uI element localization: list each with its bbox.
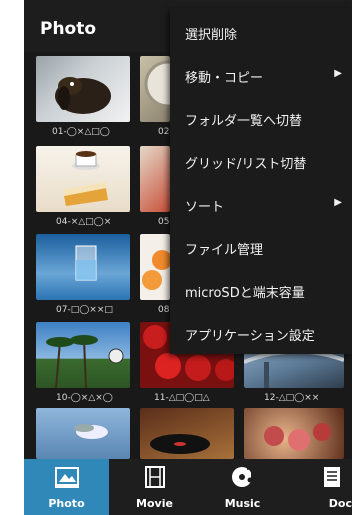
photo-caption: 07-□◯××□ xyxy=(56,305,113,315)
photo-thumb-02[interactable] xyxy=(140,56,170,122)
tab-music[interactable]: Music xyxy=(200,459,285,515)
photo-caption: 11-△□◯□△ xyxy=(154,393,210,403)
menu-item-label: フォルダ一覧へ切替 xyxy=(185,114,303,129)
tab-label: Movie xyxy=(136,497,173,510)
page-title: Photo xyxy=(40,19,97,39)
tab-doc[interactable]: Doc xyxy=(288,459,352,515)
photo-caption: 02 xyxy=(158,127,170,137)
coffee-cake-image xyxy=(64,151,108,206)
photo-thumb-08[interactable] xyxy=(140,234,170,300)
record-player-image xyxy=(150,434,210,454)
menu-item-file-management[interactable]: ファイル管理 xyxy=(170,226,352,269)
photo-caption: 10-◯×△×◯ xyxy=(56,393,113,403)
menu-item-label: 移動・コピー xyxy=(185,71,264,86)
tab-label: Doc xyxy=(328,497,352,510)
menu-item-storage-capacity[interactable]: microSDと端末容量 xyxy=(170,269,352,312)
tab-label: Music xyxy=(224,497,261,510)
menu-item-label: ソート xyxy=(185,200,225,215)
photo-caption: 01-◯×△□◯ xyxy=(52,127,110,137)
menu-item-label: microSDと端末容量 xyxy=(185,286,305,301)
photo-caption: 08 xyxy=(158,305,170,315)
photo-caption: 12-△□◯×× xyxy=(264,393,320,403)
photo-thumb-13[interactable] xyxy=(36,408,130,459)
seagull-image xyxy=(74,424,108,439)
app-screen: 01-◯×△□◯ 02 04-×△□◯× 05 07-□◯××□ 08 10-◯… xyxy=(24,0,352,515)
menu-item-label: グリッド/リスト切替 xyxy=(185,157,307,172)
oranges-image xyxy=(142,250,170,290)
photo-thumb-04[interactable] xyxy=(36,146,130,212)
menu-item-grid-list-toggle[interactable]: グリッド/リスト切替 xyxy=(170,140,352,183)
overflow-menu: 選択削除 移動・コピー ▶ フォルダ一覧へ切替 グリッド/リスト切替 ソート ▶… xyxy=(170,8,352,354)
roses-image xyxy=(264,423,331,451)
photo-caption: 04-×△□◯× xyxy=(56,217,112,227)
document-icon xyxy=(324,467,340,487)
menu-item-label: 選択削除 xyxy=(185,28,238,43)
photo-thumb-14[interactable] xyxy=(140,408,234,459)
photo-icon xyxy=(54,467,79,488)
menu-item-folder-list[interactable]: フォルダ一覧へ切替 xyxy=(170,97,352,140)
photo-thumb-01[interactable] xyxy=(36,56,130,122)
photo-thumb-15[interactable] xyxy=(244,408,344,459)
water-glass-image xyxy=(75,245,97,281)
music-disc-icon xyxy=(231,466,253,487)
palm-trees-image xyxy=(46,335,124,388)
menu-item-sort[interactable]: ソート ▶ xyxy=(170,183,352,226)
menu-item-select-delete[interactable]: 選択削除 xyxy=(170,11,352,54)
menu-item-move-copy[interactable]: 移動・コピー ▶ xyxy=(170,54,352,97)
tab-photo[interactable]: Photo xyxy=(24,459,109,515)
menu-item-label: アプリケーション設定 xyxy=(185,329,315,344)
submenu-arrow-icon: ▶ xyxy=(334,197,342,208)
submenu-arrow-icon: ▶ xyxy=(334,68,342,79)
photo-caption: 05 xyxy=(158,217,170,227)
menu-item-label: ファイル管理 xyxy=(185,243,264,258)
photo-thumb-07[interactable] xyxy=(36,234,130,300)
film-icon xyxy=(144,466,165,488)
photo-thumb-10[interactable] xyxy=(36,322,130,388)
tab-label: Photo xyxy=(48,497,85,510)
bottom-tab-bar: Photo Movie Music Doc xyxy=(24,459,352,515)
plate-image xyxy=(144,60,170,108)
tab-movie[interactable]: Movie xyxy=(112,459,197,515)
menu-item-app-settings[interactable]: アプリケーション設定 xyxy=(170,312,352,355)
dog-image xyxy=(55,77,111,114)
photo-thumb-05[interactable] xyxy=(140,146,170,212)
